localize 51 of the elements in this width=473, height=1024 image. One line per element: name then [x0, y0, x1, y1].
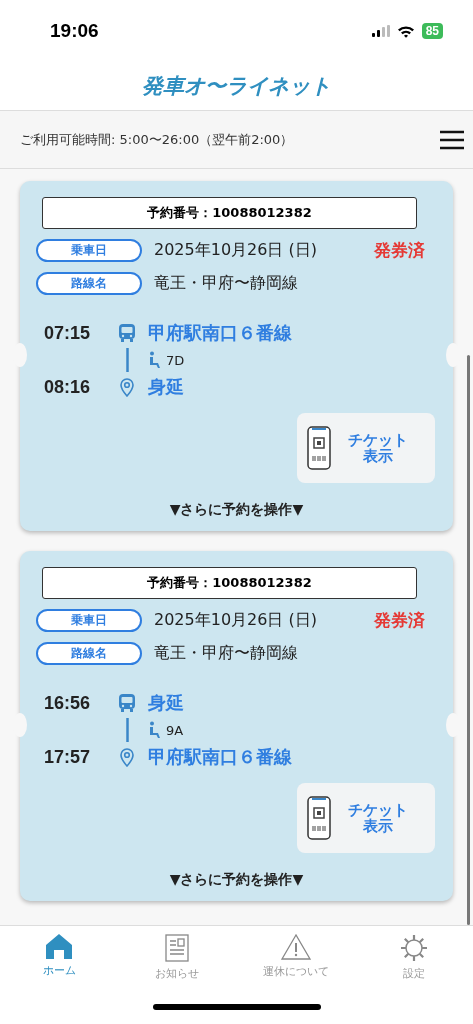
- connector-line: [125, 348, 129, 372]
- arrival-time: 08:16: [44, 376, 92, 398]
- bus-icon: [118, 693, 136, 713]
- phone-ticket-icon: [307, 426, 331, 470]
- arrival-stop: 甲府駅南口６番線: [148, 745, 292, 769]
- tab-item[interactable]: 運休について: [236, 926, 355, 990]
- show-ticket-button[interactable]: チケット表示: [297, 783, 435, 853]
- ride-date: 2025年10月26日 (日): [154, 610, 318, 631]
- phone-ticket-icon: [307, 796, 331, 840]
- wifi-icon: [396, 24, 415, 38]
- settings-icon: [399, 934, 428, 962]
- location-pin-icon: [118, 747, 136, 767]
- status-time: 19:06: [50, 20, 99, 42]
- seat-number: 9A: [166, 722, 184, 738]
- departure-time: 07:15: [44, 322, 92, 344]
- connector-line: [125, 718, 129, 742]
- reservation-number: 予約番号：10088012382: [42, 567, 417, 599]
- seat-icon: [148, 721, 162, 739]
- ride-date: 2025年10月26日 (日): [154, 240, 318, 261]
- home-icon: [46, 934, 73, 959]
- ticket-status: 発券済: [374, 239, 425, 262]
- departure-time: 16:56: [44, 692, 92, 714]
- hours-text: ご利用可能時間: 5:00〜26:00（翌午前2:00）: [20, 130, 294, 149]
- arrival-stop: 身延: [148, 375, 184, 399]
- bus-icon: [118, 323, 136, 343]
- route-name: 竜王・甲府〜静岡線: [154, 273, 299, 294]
- reservation-number: 予約番号：10088012382: [42, 197, 417, 229]
- ticket-status: 発券済: [374, 609, 425, 632]
- tab-item[interactable]: ホーム: [0, 926, 119, 990]
- battery-level: 85: [421, 23, 443, 39]
- show-ticket-button[interactable]: チケット表示: [297, 413, 435, 483]
- departure-stop: 甲府駅南口６番線: [148, 321, 292, 345]
- warning-icon: [280, 934, 311, 960]
- route-name: 竜王・甲府〜静岡線: [154, 643, 299, 664]
- seat-icon: [148, 351, 162, 369]
- newspaper-icon: [165, 934, 190, 962]
- date-label: 乗車日: [36, 239, 142, 262]
- arrival-time: 17:57: [44, 746, 92, 768]
- signal-icon: [371, 25, 390, 37]
- menu-icon[interactable]: [439, 129, 465, 150]
- route-label: 路線名: [36, 272, 142, 295]
- tab-item[interactable]: お知らせ: [118, 926, 237, 990]
- tab-item[interactable]: 設定: [354, 926, 473, 990]
- route-label: 路線名: [36, 642, 142, 665]
- app-title: 発車オ〜ライネット: [142, 73, 331, 100]
- more-actions-link[interactable]: ▼さらに予約を操作▼: [167, 869, 306, 891]
- location-pin-icon: [118, 377, 136, 397]
- seat-number: 7D: [166, 352, 185, 368]
- more-actions-link[interactable]: ▼さらに予約を操作▼: [167, 499, 306, 521]
- date-label: 乗車日: [36, 609, 142, 632]
- departure-stop: 身延: [148, 691, 184, 715]
